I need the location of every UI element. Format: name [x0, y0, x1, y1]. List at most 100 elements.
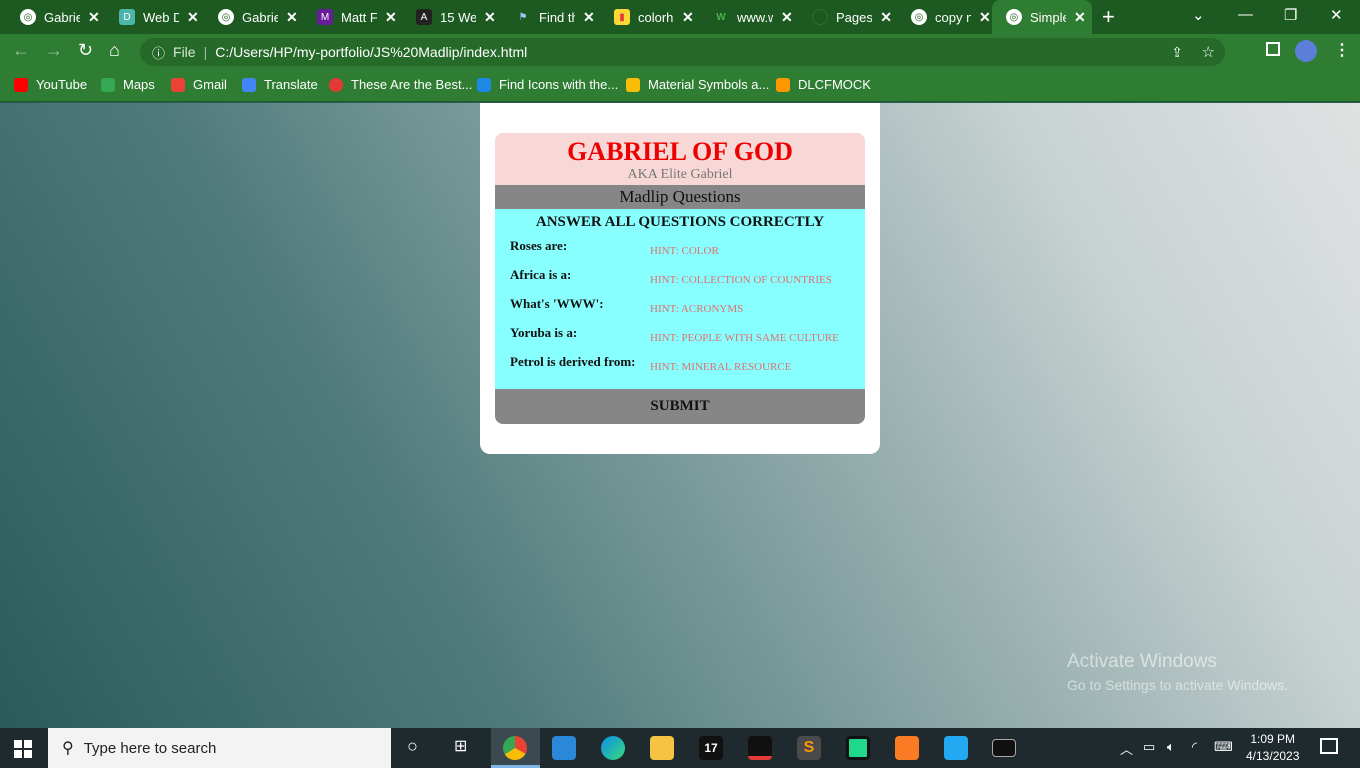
- avatar[interactable]: [1295, 40, 1317, 62]
- close-tab-icon[interactable]: ✕: [385, 9, 397, 26]
- file-explorer-icon[interactable]: [650, 736, 674, 760]
- answer-input-roses[interactable]: [650, 242, 860, 260]
- globe-icon: ◎: [911, 9, 927, 25]
- media-app-icon[interactable]: [748, 736, 772, 760]
- question-row: Africa is a:: [510, 267, 860, 289]
- tab-6[interactable]: ▮ colorh ✕: [594, 0, 694, 34]
- bookmark-maps[interactable]: Maps: [101, 77, 155, 92]
- close-tab-icon[interactable]: ✕: [187, 9, 199, 26]
- question-label: Yoruba is a:: [510, 325, 578, 340]
- separator: |: [203, 44, 208, 60]
- tab-search-icon[interactable]: ⌄: [1192, 6, 1205, 24]
- close-tab-icon[interactable]: ✕: [682, 9, 694, 26]
- youtube-icon: [14, 77, 28, 92]
- bookmark-material-symbols[interactable]: Material Symbols a...: [626, 77, 769, 92]
- gmail-icon: [171, 77, 185, 92]
- bookmark-star-icon[interactable]: ☆: [1202, 43, 1215, 61]
- chrome-icon[interactable]: [503, 736, 527, 760]
- code-icon: A: [416, 9, 432, 25]
- close-window-icon[interactable]: ✕: [1330, 6, 1343, 24]
- address-bar[interactable]: ⓘ File | C:/Users/HP/my-portfolio/JS%20M…: [140, 38, 1225, 66]
- task-view-icon[interactable]: ⊞: [454, 736, 467, 756]
- flag-icon: ⚑: [518, 11, 528, 23]
- answer-input-africa[interactable]: [650, 271, 860, 289]
- tab-5[interactable]: ⚑ Find th ✕: [495, 0, 595, 34]
- dlcf-icon: [776, 77, 790, 92]
- web-d-icon: D: [119, 9, 135, 25]
- notification-icon[interactable]: [1320, 738, 1338, 754]
- close-tab-icon[interactable]: ✕: [88, 9, 100, 26]
- forward-icon[interactable]: →: [45, 40, 63, 61]
- bookmark-dlcfmock[interactable]: DLCFMOCK: [776, 77, 871, 92]
- purple-logo-icon: M: [317, 9, 333, 25]
- globe-icon: ◎: [1006, 9, 1022, 25]
- flag-icon: [477, 77, 491, 92]
- sublime-text-icon[interactable]: S: [797, 736, 821, 760]
- home-icon[interactable]: ⌂: [109, 40, 120, 61]
- answer-input-yoruba[interactable]: [650, 329, 860, 347]
- answer-input-petrol[interactable]: [650, 358, 860, 376]
- restore-icon[interactable]: ❐: [1284, 6, 1297, 24]
- close-tab-icon[interactable]: ✕: [979, 9, 991, 26]
- info-icon[interactable]: ⓘ: [152, 43, 165, 62]
- tab-9[interactable]: ◎ copy n ✕: [891, 0, 991, 34]
- tab-2[interactable]: ◎Gabriel✕: [198, 0, 298, 34]
- xampp-icon[interactable]: [895, 736, 919, 760]
- cortana-icon[interactable]: ○: [407, 736, 418, 757]
- question-row: Roses are:: [510, 238, 860, 260]
- network-icon[interactable]: ◜: [1192, 739, 1197, 755]
- pycharm-icon[interactable]: [846, 736, 870, 760]
- madlip-form: GABRIEL OF GOD AKA Elite Gabriel Madlip …: [495, 133, 865, 424]
- tab-10-active[interactable]: ◎ Simple ✕: [992, 0, 1092, 34]
- question-label: Roses are:: [510, 238, 568, 253]
- tab-4[interactable]: A 15 We ✕: [396, 0, 496, 34]
- tab-8[interactable]: Pages ✕: [792, 0, 892, 34]
- question-label: What's 'WWW':: [510, 296, 604, 311]
- show-hidden-icons-icon[interactable]: ︿: [1120, 739, 1133, 758]
- search-placeholder: Type here to search: [83, 739, 217, 757]
- close-tab-icon[interactable]: ✕: [1074, 9, 1086, 26]
- close-tab-icon[interactable]: ✕: [286, 9, 298, 26]
- tab-3[interactable]: M Matt F ✕: [297, 0, 397, 34]
- url-text[interactable]: C:/Users/HP/my-portfolio/JS%20Madlip/ind…: [215, 44, 527, 60]
- edge-icon[interactable]: [601, 736, 625, 760]
- bookmark-best[interactable]: These Are the Best...: [329, 77, 472, 92]
- tradingview-icon[interactable]: 17: [699, 736, 723, 760]
- back-icon[interactable]: ←: [12, 40, 30, 61]
- github-icon: [812, 9, 828, 25]
- page-title: GABRIEL OF GOD: [567, 137, 793, 166]
- scheme-label: File: [173, 44, 196, 60]
- minimize-icon[interactable]: —: [1238, 6, 1253, 23]
- close-tab-icon[interactable]: ✕: [484, 9, 496, 26]
- share-icon[interactable]: ⇪: [1171, 44, 1183, 61]
- tab-strip: ◎Gabriel✕ DWeb D✕ ◎Gabriel✕ MMatt F✕ A15…: [0, 0, 1360, 34]
- menu-icon[interactable]: ⋮: [1334, 40, 1350, 60]
- side-panel-icon[interactable]: [1266, 42, 1280, 56]
- answer-input-www[interactable]: [650, 300, 860, 318]
- bookmark-gmail[interactable]: Gmail: [171, 77, 227, 92]
- terminal-icon[interactable]: [992, 739, 1016, 757]
- taskbar-search[interactable]: ⚲ Type here to search: [48, 728, 391, 768]
- red-circle-icon: [329, 77, 343, 92]
- battery-icon[interactable]: ▭: [1143, 739, 1155, 755]
- close-tab-icon[interactable]: ✕: [781, 9, 793, 26]
- keyboard-icon[interactable]: ⌨: [1214, 739, 1233, 755]
- tab-7[interactable]: Wwww.w ✕: [693, 0, 793, 34]
- submit-button[interactable]: SUBMIT: [495, 389, 865, 424]
- windows-start-icon[interactable]: [14, 740, 32, 758]
- bookmark-translate[interactable]: Translate: [242, 77, 318, 92]
- bookmark-youtube[interactable]: YouTube: [14, 77, 87, 92]
- watermark-line-1: Activate Windows: [1067, 651, 1217, 672]
- close-tab-icon[interactable]: ✕: [583, 9, 595, 26]
- vscode-icon[interactable]: [944, 736, 968, 760]
- reload-icon[interactable]: ↻: [78, 40, 93, 61]
- tab-1[interactable]: D Web D ✕: [99, 0, 199, 34]
- bookmark-find-icons[interactable]: Find Icons with the...: [477, 77, 618, 92]
- clock[interactable]: 1:09 PM 4/13/2023: [1246, 731, 1299, 765]
- tab-0[interactable]: ◎Gabriel✕: [0, 0, 100, 34]
- mail-icon[interactable]: [552, 736, 576, 760]
- header: GABRIEL OF GOD AKA Elite Gabriel: [495, 133, 865, 185]
- new-tab-icon[interactable]: +: [1102, 4, 1115, 30]
- volume-icon[interactable]: 🔈︎: [1167, 739, 1175, 755]
- questions-panel: ANSWER ALL QUESTIONS CORRECTLY Roses are…: [495, 209, 865, 389]
